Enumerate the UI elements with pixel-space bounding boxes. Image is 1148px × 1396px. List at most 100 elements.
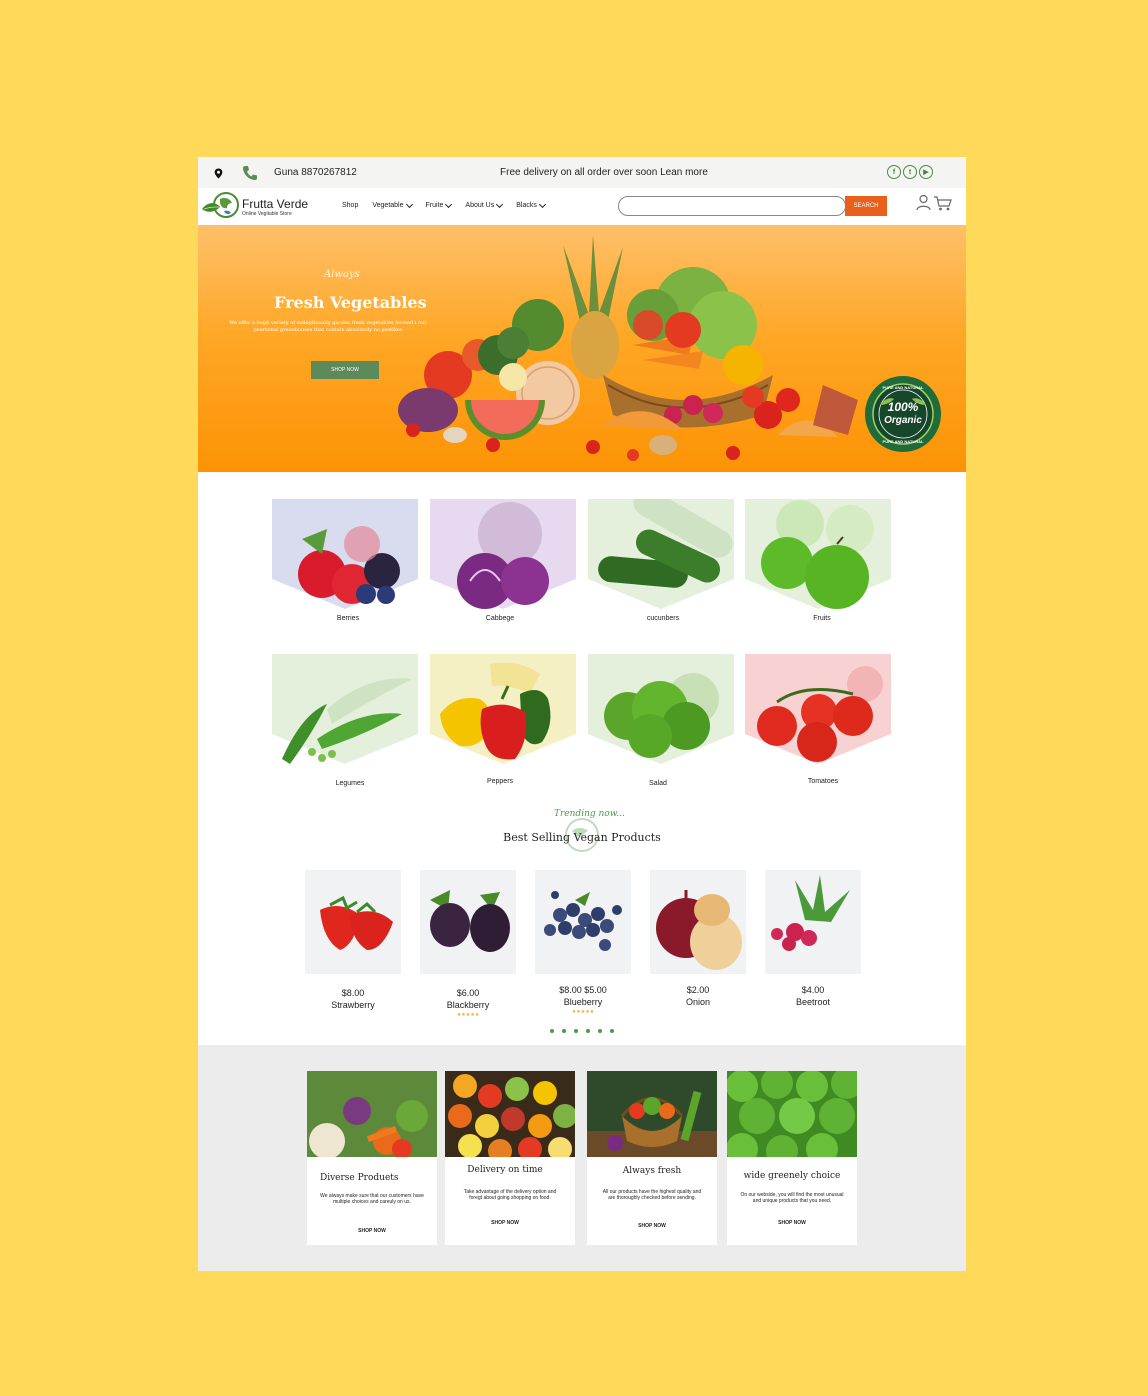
nav-item-label: Shop — [342, 202, 359, 209]
feature-card-delivery: Delivery on time Take advantage of the d… — [445, 1071, 575, 1245]
category-card-salad[interactable] — [588, 654, 734, 764]
product-name: Blackberry — [446, 1000, 490, 1010]
feature-image — [587, 1071, 717, 1157]
nav-item-vegetable[interactable]: Vegetable — [372, 200, 413, 209]
chevron-down-icon — [538, 200, 546, 208]
twitter-icon[interactable]: t — [903, 165, 917, 179]
organic-badge-icon: 100% Organic PURE AND NATURAL PURE AND N… — [865, 376, 941, 452]
feature-card-fresh: Always fresh All our products have the h… — [587, 1071, 717, 1245]
hero-shop-now-button[interactable]: SHOP NOW — [311, 361, 379, 379]
category-label: Peppers — [486, 778, 514, 785]
carousel-dot[interactable] — [574, 1029, 578, 1033]
phone-number: Guna 8870267812 — [274, 167, 357, 178]
carousel-dot[interactable] — [550, 1029, 554, 1033]
product-image — [305, 870, 401, 974]
carousel-dot[interactable] — [610, 1029, 614, 1033]
category-card-cucunbers[interactable] — [588, 499, 734, 609]
category-card-fruits[interactable] — [745, 499, 891, 609]
badge-percent: 100% — [888, 400, 919, 414]
feature-image — [307, 1071, 437, 1157]
carousel-dot[interactable] — [562, 1029, 566, 1033]
product-price: $4.00 — [801, 985, 825, 995]
nav-item-fruite[interactable]: Fruite — [425, 200, 453, 209]
product-name: Onion — [685, 997, 711, 1007]
category-card-berries[interactable] — [272, 499, 418, 609]
category-card-legumes[interactable] — [272, 654, 418, 764]
logo-icon[interactable] — [200, 189, 240, 221]
carousel-dot[interactable] — [586, 1029, 590, 1033]
chevron-down-icon — [496, 200, 504, 208]
best-selling-title: Best Selling Vegan Products — [503, 831, 661, 844]
badge-top-text: PURE AND NATURAL — [883, 385, 924, 390]
category-image — [430, 654, 576, 764]
product-price: $8.00 — [341, 988, 365, 998]
brand-name[interactable]: Frutta Verde — [242, 197, 308, 211]
promo-banner[interactable]: Free delivery on all order over soon Lea… — [500, 167, 708, 178]
product-card-blueberry[interactable]: $8.00 $5.00 Blueberry ★★★★★ — [535, 870, 631, 1015]
phone-icon — [243, 166, 257, 180]
top-bar: Guna 8870267812 Free delivery on all ord… — [198, 157, 966, 188]
category-label: Cabbege — [485, 615, 515, 622]
nav-item-blacks[interactable]: Blacks — [516, 200, 546, 209]
youtube-icon[interactable]: ▶ — [919, 165, 933, 179]
badge-organic: Organic — [884, 415, 922, 426]
category-card-cabbege[interactable] — [430, 499, 576, 609]
page: Guna 8870267812 Free delivery on all ord… — [198, 157, 966, 1271]
category-image — [588, 654, 734, 764]
product-card-strawberry[interactable]: $8.00 Strawberry — [305, 870, 401, 1010]
search-input[interactable] — [629, 200, 839, 213]
feature-title: Always fresh — [622, 1166, 682, 1176]
nav-item-shop[interactable]: Shop — [342, 202, 358, 209]
cart-icon[interactable] — [933, 195, 953, 212]
nav-item-about-us[interactable]: About Us — [465, 200, 504, 209]
product-card-onion[interactable]: $2.00 Onion — [650, 870, 746, 1007]
product-image — [420, 870, 516, 974]
product-name: Blueberry — [563, 997, 603, 1007]
category-label: Legumes — [335, 780, 365, 787]
feature-description: We always make sure that our customers h… — [320, 1193, 424, 1205]
hero-script-text: Always — [324, 269, 360, 280]
nav-item-label: Vegetable — [372, 202, 404, 209]
nav-item-label: Fruite — [425, 202, 444, 209]
badge-bottom-text: PURE AND NATURAL — [883, 439, 924, 444]
facebook-icon[interactable]: f — [887, 165, 901, 179]
feature-shop-now-link[interactable]: SHOP NOW — [440, 1220, 570, 1226]
product-name: Beetroot — [795, 997, 831, 1007]
feature-shop-now-link[interactable]: SHOP NOW — [727, 1220, 857, 1226]
product-card-beetroot[interactable]: $4.00 Beetroot — [765, 870, 861, 1007]
nav-item-label: About Us — [465, 202, 495, 209]
rating-stars: ★★★★★ — [571, 1009, 595, 1015]
category-card-tomatoes[interactable] — [745, 654, 891, 764]
product-card-blackberry[interactable]: $6.00 Blackberry ★★★★★ — [420, 870, 516, 1018]
category-label: cucunbers — [646, 615, 680, 622]
category-card-peppers[interactable] — [430, 654, 576, 764]
search-box — [618, 196, 846, 216]
category-label: Fruits — [813, 615, 831, 622]
search-button[interactable]: SEARCH — [845, 196, 887, 216]
feature-description: On our webside, you will find the most u… — [740, 1192, 844, 1204]
product-image — [650, 870, 746, 974]
chevron-down-icon — [405, 200, 413, 208]
carousel-dot[interactable] — [598, 1029, 602, 1033]
product-price: $8.00 $5.00 — [559, 985, 607, 995]
feature-card-greenely: wide greenely choice On our webside, you… — [727, 1071, 857, 1245]
category-image — [430, 499, 576, 609]
category-label: Tomatoes — [807, 778, 839, 785]
feature-shop-now-link[interactable]: SHOP NOW — [307, 1228, 437, 1234]
user-icon[interactable] — [916, 194, 931, 211]
category-image — [745, 654, 891, 764]
feature-title: Delivery on time — [467, 1165, 543, 1175]
product-image — [535, 870, 631, 974]
category-label: Salad — [649, 780, 667, 787]
vegetable-basket-image — [398, 235, 858, 461]
features-section: Diverse Produets We always make sure tha… — [198, 1045, 966, 1271]
feature-title: Diverse Produets — [320, 1173, 399, 1183]
feature-shop-now-link[interactable]: SHOP NOW — [587, 1223, 717, 1229]
location-pin-icon — [214, 168, 223, 179]
feature-card-diverse: Diverse Produets We always make sure tha… — [307, 1071, 437, 1245]
product-price: $2.00 — [686, 985, 710, 995]
category-image — [272, 499, 418, 609]
section-script-text: Trending now... — [554, 809, 625, 819]
rating-stars: ★★★★★ — [456, 1012, 480, 1018]
product-price: $6.00 — [456, 988, 480, 998]
